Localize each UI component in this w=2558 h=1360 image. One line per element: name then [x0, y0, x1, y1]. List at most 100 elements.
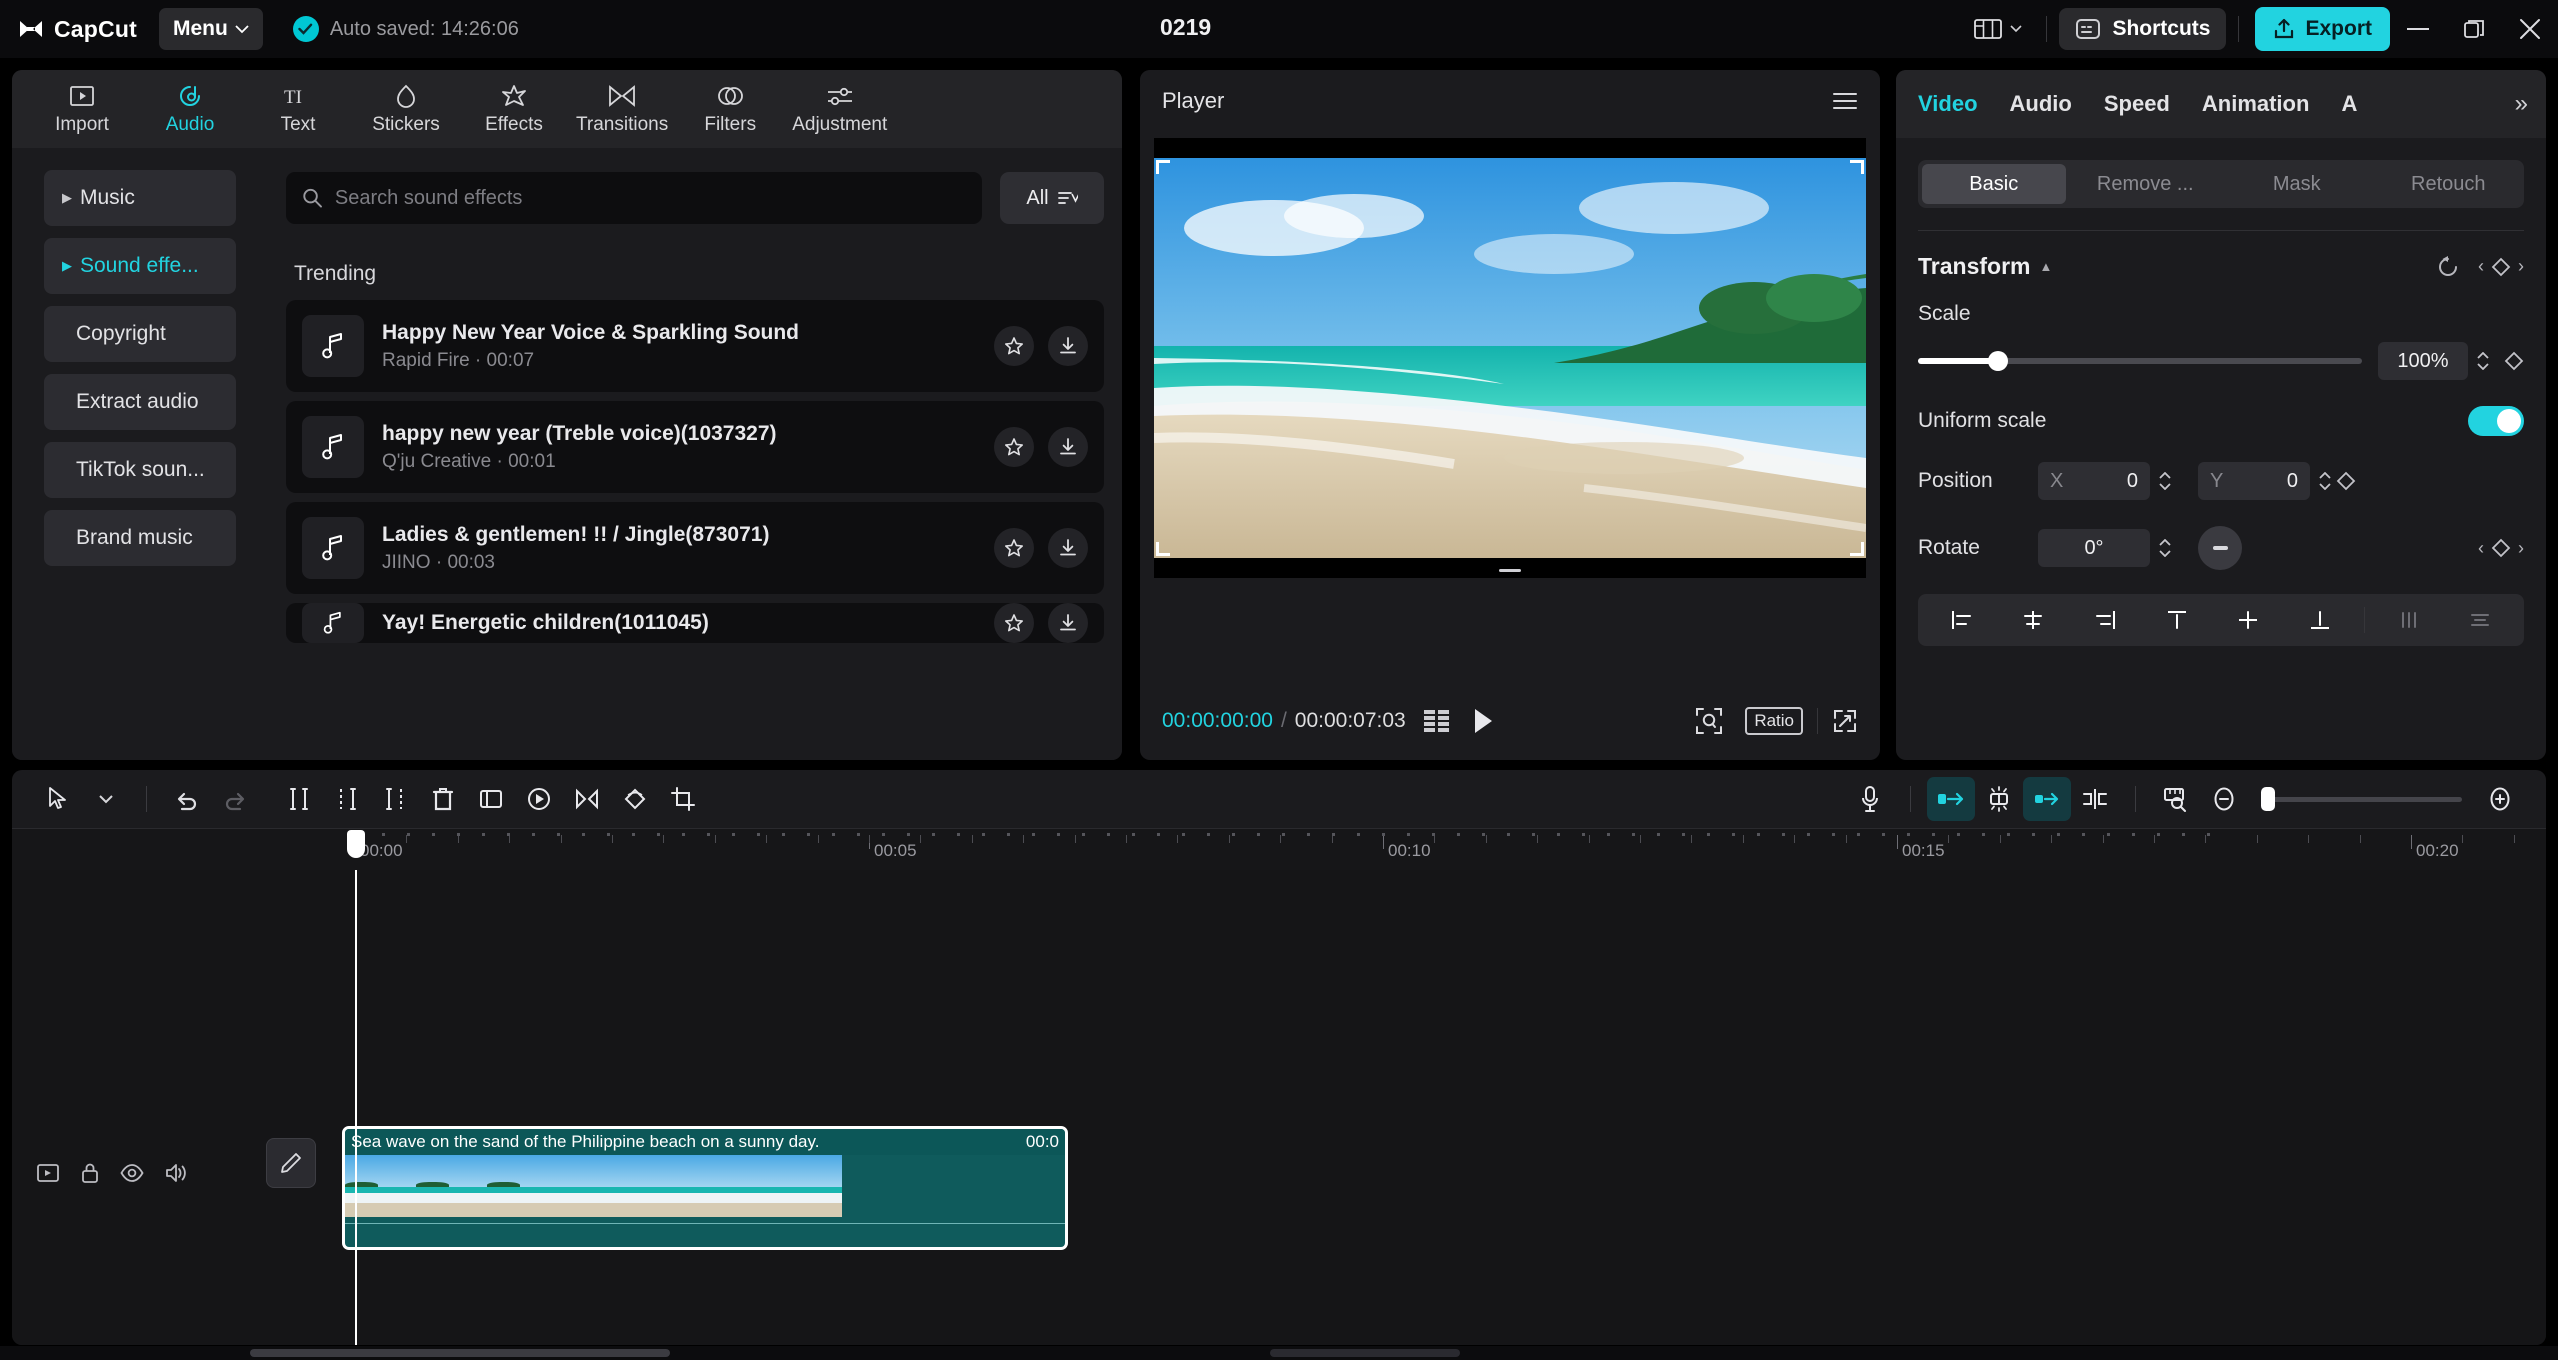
trim-left-icon[interactable] — [323, 777, 371, 821]
segment-mask[interactable]: Mask — [2225, 164, 2369, 204]
nav-tab-adjustment[interactable]: Adjustment — [784, 70, 895, 148]
keyframe-diamond-icon[interactable] — [2336, 471, 2356, 491]
distribute-horizontal-icon[interactable] — [2375, 598, 2443, 642]
timeline-ruler[interactable]: 00:00 00:05 00:10 00:15 00:20 — [12, 828, 2546, 870]
position-x-stepper[interactable] — [2158, 472, 2172, 490]
clip-edit-button[interactable] — [266, 1138, 316, 1188]
ruler-zoom-icon[interactable] — [2152, 777, 2200, 821]
tab-adjustment-clipped[interactable]: A — [2341, 91, 2359, 117]
nav-tab-effects[interactable]: Effects — [460, 70, 568, 148]
player-menu-icon[interactable] — [1832, 91, 1858, 111]
category-item-music[interactable]: ▶ Music — [44, 170, 236, 226]
split-preview-icon[interactable] — [2071, 777, 2119, 821]
position-x-field[interactable]: X 0 — [2038, 462, 2150, 500]
export-button[interactable]: Export — [2255, 7, 2390, 51]
search-box[interactable] — [286, 172, 982, 224]
scale-slider-knob[interactable] — [1988, 351, 2008, 371]
zoom-slider-knob[interactable] — [2261, 787, 2275, 811]
auto-snap-icon[interactable] — [1927, 777, 1975, 821]
timeline-zoom-slider[interactable] — [2262, 797, 2462, 802]
category-item-sound-effects[interactable]: ▶ Sound effe... — [44, 238, 236, 294]
crop-corner-handle[interactable] — [1156, 542, 1170, 556]
track-visibility-icon[interactable] — [36, 1162, 60, 1189]
keyframe-next-icon[interactable]: › — [2518, 256, 2524, 277]
playhead[interactable] — [355, 870, 357, 1345]
crop-corner-handle[interactable] — [1156, 160, 1170, 174]
favorite-star-button[interactable] — [994, 427, 1034, 467]
nav-tab-audio[interactable]: Audio — [136, 70, 244, 148]
reverse-icon[interactable] — [515, 777, 563, 821]
menu-button[interactable]: Menu — [159, 8, 263, 50]
rotate-dial[interactable] — [2198, 526, 2242, 570]
rotate-stepper[interactable] — [2158, 539, 2172, 557]
scrollbar-thumb-secondary[interactable] — [1270, 1349, 1460, 1357]
align-right-icon[interactable] — [2071, 598, 2139, 642]
track-mute-icon[interactable] — [164, 1162, 188, 1189]
shortcuts-button[interactable]: Shortcuts — [2059, 8, 2226, 50]
download-button[interactable] — [1048, 427, 1088, 467]
filter-all-button[interactable]: All — [1000, 172, 1104, 224]
scale-slider[interactable] — [1918, 358, 2362, 364]
tab-speed[interactable]: Speed — [2104, 91, 2170, 117]
uniform-scale-toggle[interactable] — [2468, 406, 2524, 436]
keyframe-prev-icon[interactable]: ‹ — [2478, 256, 2484, 277]
undo-icon[interactable] — [163, 777, 211, 821]
nav-tab-import[interactable]: Import — [28, 70, 136, 148]
track-lock-icon[interactable] — [80, 1162, 100, 1189]
segment-basic[interactable]: Basic — [1922, 164, 2066, 204]
freeze-frame-icon[interactable] — [467, 777, 515, 821]
split-icon[interactable] — [275, 777, 323, 821]
nav-tab-text[interactable]: TI Text — [244, 70, 352, 148]
scale-value-field[interactable]: 100% — [2378, 342, 2468, 380]
rotate-value-field[interactable]: 0° — [2038, 529, 2150, 567]
align-top-icon[interactable] — [2143, 598, 2211, 642]
tab-animation[interactable]: Animation — [2202, 91, 2310, 117]
play-button[interactable] — [1472, 708, 1494, 734]
tab-audio[interactable]: Audio — [2010, 91, 2072, 117]
crop-corner-handle[interactable] — [1850, 542, 1864, 556]
frame-list-icon[interactable] — [1424, 710, 1450, 732]
video-clip[interactable]: Sea wave on the sand of the Philippine b… — [342, 1126, 1068, 1250]
scrollbar-thumb[interactable] — [250, 1349, 670, 1357]
search-input[interactable] — [335, 187, 966, 210]
download-button[interactable] — [1048, 326, 1088, 366]
distribute-vertical-icon[interactable] — [2446, 598, 2514, 642]
resize-handle[interactable] — [1499, 569, 1521, 572]
nav-tab-filters[interactable]: Filters — [676, 70, 784, 148]
position-y-stepper[interactable] — [2318, 472, 2332, 490]
crop-corner-handle[interactable] — [1850, 160, 1864, 174]
keyframe-next-icon[interactable]: › — [2518, 538, 2524, 559]
list-item[interactable]: Happy New Year Voice & Sparkling Sound R… — [286, 300, 1104, 392]
segment-remove-bg[interactable]: Remove ... — [2074, 164, 2218, 204]
minimize-button[interactable] — [2390, 0, 2446, 58]
scale-stepper[interactable] — [2476, 352, 2490, 370]
keyframe-prev-icon[interactable]: ‹ — [2478, 538, 2484, 559]
select-tool-icon[interactable] — [34, 777, 82, 821]
select-dropdown-icon[interactable] — [82, 777, 130, 821]
favorite-star-button[interactable] — [994, 326, 1034, 366]
clip-trim-handle-left[interactable] — [347, 1171, 351, 1205]
nav-tab-transitions[interactable]: Transitions — [568, 70, 676, 148]
nav-tab-stickers[interactable]: Stickers — [352, 70, 460, 148]
list-item[interactable]: Yay! Energetic children(1011045) — [286, 603, 1104, 643]
clip-trim-handle-right[interactable] — [1059, 1171, 1063, 1205]
favorite-star-button[interactable] — [994, 603, 1034, 643]
download-button[interactable] — [1048, 603, 1088, 643]
mirror-icon[interactable] — [563, 777, 611, 821]
tabs-overflow-icon[interactable]: » — [2515, 90, 2528, 118]
favorite-star-button[interactable] — [994, 528, 1034, 568]
category-item-brand-music[interactable]: Brand music — [44, 510, 236, 566]
align-middle-vertical-icon[interactable] — [2215, 598, 2283, 642]
trim-right-icon[interactable] — [371, 777, 419, 821]
redo-icon[interactable] — [211, 777, 259, 821]
voiceover-mic-icon[interactable] — [1846, 777, 1894, 821]
link-snap-icon[interactable] — [2023, 777, 2071, 821]
ratio-button[interactable]: Ratio — [1745, 707, 1803, 735]
video-preview[interactable] — [1154, 158, 1866, 558]
zoom-fit-icon[interactable] — [1695, 707, 1723, 735]
crop-icon[interactable] — [659, 777, 707, 821]
maximize-button[interactable] — [2446, 0, 2502, 58]
list-item[interactable]: happy new year (Treble voice)(1037327) Q… — [286, 401, 1104, 493]
align-left-icon[interactable] — [1928, 598, 1996, 642]
zoom-in-icon[interactable] — [2476, 777, 2524, 821]
